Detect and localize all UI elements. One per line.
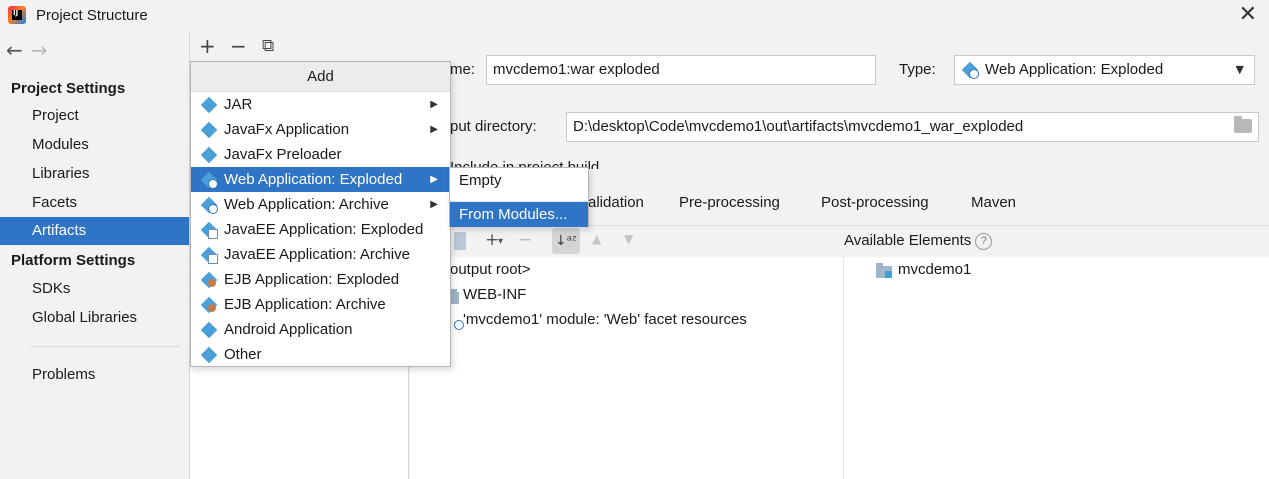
add-menu-item-label: JAR bbox=[224, 96, 253, 113]
sidebar-item-global-libraries[interactable]: Global Libraries bbox=[0, 304, 189, 332]
add-menu-item[interactable]: EJB Application: Exploded bbox=[191, 267, 450, 292]
web-globe-icon bbox=[961, 61, 979, 79]
tab-maven[interactable]: Maven bbox=[971, 194, 1016, 211]
move-up-icon[interactable]: ▲ bbox=[592, 232, 601, 246]
submenu-arrow-icon: ▶ bbox=[430, 199, 438, 210]
artifact-details-panel: me: mvcdemo1:war exploded Type: Web Appl… bbox=[410, 32, 1269, 479]
diamond-icon bbox=[200, 96, 218, 114]
add-menu-item[interactable]: Other bbox=[191, 342, 450, 367]
sidebar-item-artifacts[interactable]: Artifacts bbox=[0, 217, 189, 245]
sidebar-item-project[interactable]: Project bbox=[0, 102, 189, 130]
sidebar-item-problems[interactable]: Problems bbox=[0, 361, 189, 389]
forward-arrow-icon[interactable]: → bbox=[31, 38, 48, 62]
folder-icon bbox=[450, 289, 459, 304]
tree-item-output-root[interactable]: output root> bbox=[450, 261, 530, 278]
add-menu-item[interactable]: JavaEE Application: Archive bbox=[191, 242, 450, 267]
add-menu-item-label: JavaFx Application bbox=[224, 121, 350, 138]
type-label: Type: bbox=[899, 61, 936, 78]
chevron-down-icon: ▼ bbox=[1235, 63, 1244, 76]
tab-pre-processing[interactable]: Pre-processing bbox=[679, 194, 780, 211]
copy-icon[interactable]: ⧉ bbox=[262, 36, 274, 56]
module-folder-icon bbox=[876, 263, 892, 278]
web-exploded-submenu: Empty From Modules... bbox=[449, 167, 589, 227]
add-menu-item[interactable]: JavaFx Preloader bbox=[191, 142, 450, 167]
output-layout-toolbar: + ▾ − ↓ᵃᶻ ▲ ▼ Available Elements? bbox=[410, 225, 1269, 257]
type-select[interactable]: Web Application: Exploded ▼ bbox=[954, 55, 1255, 85]
tree-divider bbox=[843, 257, 844, 479]
add-icon[interactable]: + bbox=[199, 34, 216, 58]
sidebar-item-facets[interactable]: Facets bbox=[0, 189, 189, 217]
output-directory-label: put directory: bbox=[450, 118, 537, 135]
name-label: me: bbox=[450, 61, 476, 78]
intellij-app-icon: IJ bbox=[8, 6, 26, 24]
section-project-settings: Project Settings bbox=[11, 80, 126, 97]
output-layout-tree: output root> WEB-INF 'mvcdemo1' module: … bbox=[410, 257, 1269, 479]
add-menu-item-label: Web Application: Exploded bbox=[224, 171, 403, 188]
add-menu-item[interactable]: JavaEE Application: Exploded bbox=[191, 217, 450, 242]
sidebar-item-modules[interactable]: Modules bbox=[0, 131, 189, 159]
sort-icon[interactable]: ↓ᵃᶻ bbox=[552, 228, 580, 254]
submenu-arrow-icon: ▶ bbox=[430, 99, 438, 110]
diamond-icon bbox=[200, 121, 218, 139]
tree-item-facet-resources[interactable]: 'mvcdemo1' module: 'Web' facet resources bbox=[463, 311, 747, 328]
add-menu-item-label: JavaFx Preloader bbox=[224, 146, 342, 163]
add-menu-item[interactable]: EJB Application: Archive bbox=[191, 292, 450, 317]
submenu-arrow-icon: ▶ bbox=[430, 124, 438, 135]
add-menu-item[interactable]: JavaFx Application ▶ bbox=[191, 117, 450, 142]
sidebar-divider bbox=[30, 346, 180, 347]
artifact-name-field[interactable]: mvcdemo1:war exploded bbox=[486, 55, 876, 85]
title-bar: IJ Project Structure ✕ bbox=[0, 0, 1269, 32]
sidebar-item-sdks[interactable]: SDKs bbox=[0, 275, 189, 303]
window-title: Project Structure bbox=[36, 7, 148, 24]
chevron-down-icon[interactable]: ▾ bbox=[498, 236, 503, 247]
move-down-icon[interactable]: ▼ bbox=[624, 232, 633, 246]
ejb-icon bbox=[200, 296, 218, 314]
add-menu-item-label: EJB Application: Exploded bbox=[224, 271, 400, 288]
popup-header: Add bbox=[191, 62, 450, 92]
diamond-icon bbox=[200, 146, 218, 164]
tab-validation[interactable]: alidation bbox=[588, 194, 644, 211]
available-item-mvcdemo1[interactable]: mvcdemo1 bbox=[898, 261, 971, 278]
close-icon[interactable]: ✕ bbox=[1239, 4, 1257, 26]
artifacts-toolbar: + − ⧉ bbox=[190, 32, 409, 62]
tree-item-web-inf[interactable]: WEB-INF bbox=[463, 286, 526, 303]
type-select-value: Web Application: Exploded bbox=[985, 61, 1164, 78]
add-menu-item[interactable]: Web Application: Exploded ▶ bbox=[191, 167, 450, 192]
browse-folder-icon[interactable] bbox=[1234, 116, 1252, 133]
tab-post-processing[interactable]: Post-processing bbox=[821, 194, 929, 211]
output-directory-field[interactable]: D:\desktop\Code\mvcdemo1\out\artifacts\m… bbox=[566, 112, 1259, 142]
add-menu-item-label: Other bbox=[224, 346, 262, 363]
add-menu-item[interactable]: Web Application: Archive ▶ bbox=[191, 192, 450, 217]
output-directory-value: D:\desktop\Code\mvcdemo1\out\artifacts\m… bbox=[573, 118, 1024, 135]
remove-icon[interactable]: − bbox=[230, 34, 247, 58]
back-arrow-icon[interactable]: ← bbox=[6, 38, 23, 62]
submenu-arrow-icon: ▶ bbox=[430, 174, 438, 185]
diamond-icon bbox=[200, 346, 218, 364]
sidebar-item-libraries[interactable]: Libraries bbox=[0, 160, 189, 188]
javaee-icon bbox=[200, 221, 218, 239]
add-menu-item-label: JavaEE Application: Archive bbox=[224, 246, 410, 263]
web-globe-icon bbox=[200, 171, 218, 189]
archive-icon[interactable] bbox=[454, 232, 466, 250]
diamond-icon bbox=[200, 321, 218, 339]
ejb-icon bbox=[200, 271, 218, 289]
section-platform-settings: Platform Settings bbox=[11, 252, 136, 269]
add-menu-item[interactable]: Android Application bbox=[191, 317, 450, 342]
nav-arrows: ← → bbox=[6, 38, 48, 62]
web-globe-icon bbox=[200, 196, 218, 214]
add-menu-item-label: Android Application bbox=[224, 321, 353, 338]
available-elements-label: Available Elements? bbox=[844, 232, 993, 250]
add-menu-item-label: JavaEE Application: Exploded bbox=[224, 221, 424, 238]
submenu-separator bbox=[450, 193, 588, 202]
submenu-item-from-modules[interactable]: From Modules... bbox=[450, 202, 588, 227]
help-icon[interactable]: ? bbox=[975, 233, 993, 250]
javaee-icon bbox=[200, 246, 218, 264]
add-menu-item-label: EJB Application: Archive bbox=[224, 296, 386, 313]
add-menu-item[interactable]: JAR ▶ bbox=[191, 92, 450, 117]
submenu-item-empty[interactable]: Empty bbox=[450, 168, 588, 193]
add-menu-item-label: Web Application: Archive bbox=[224, 196, 389, 213]
add-artifact-popup: Add JAR ▶ JavaFx Application ▶ JavaFx Preloa… bbox=[190, 61, 451, 367]
settings-sidebar: ← → Project Settings Project Modules Libr… bbox=[0, 32, 190, 479]
remove-icon[interactable]: − bbox=[518, 230, 532, 250]
